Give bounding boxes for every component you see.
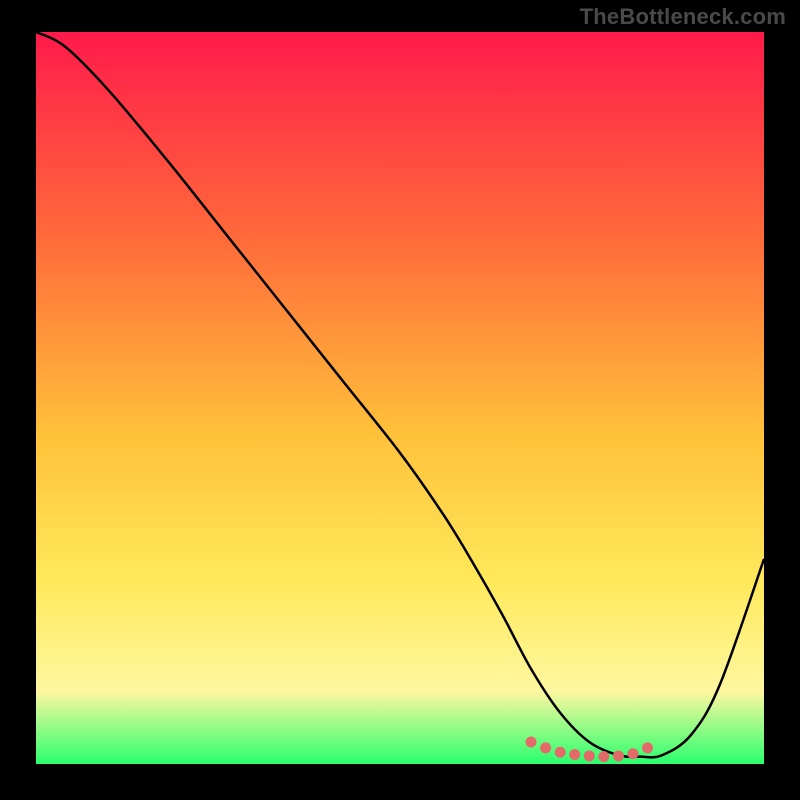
valley-marker bbox=[569, 749, 580, 760]
valley-marker bbox=[598, 751, 609, 762]
valley-marker bbox=[584, 750, 595, 761]
valley-marker bbox=[613, 750, 624, 761]
valley-marker bbox=[526, 737, 537, 748]
valley-marker bbox=[627, 748, 638, 759]
valley-marker bbox=[642, 742, 653, 753]
watermark-text: TheBottleneck.com bbox=[580, 4, 786, 30]
plot-area bbox=[36, 32, 764, 764]
chart-frame: TheBottleneck.com bbox=[0, 0, 800, 800]
valley-marker bbox=[540, 742, 551, 753]
gradient-background bbox=[36, 32, 764, 764]
bottleneck-plot bbox=[36, 32, 764, 764]
valley-marker bbox=[555, 747, 566, 758]
